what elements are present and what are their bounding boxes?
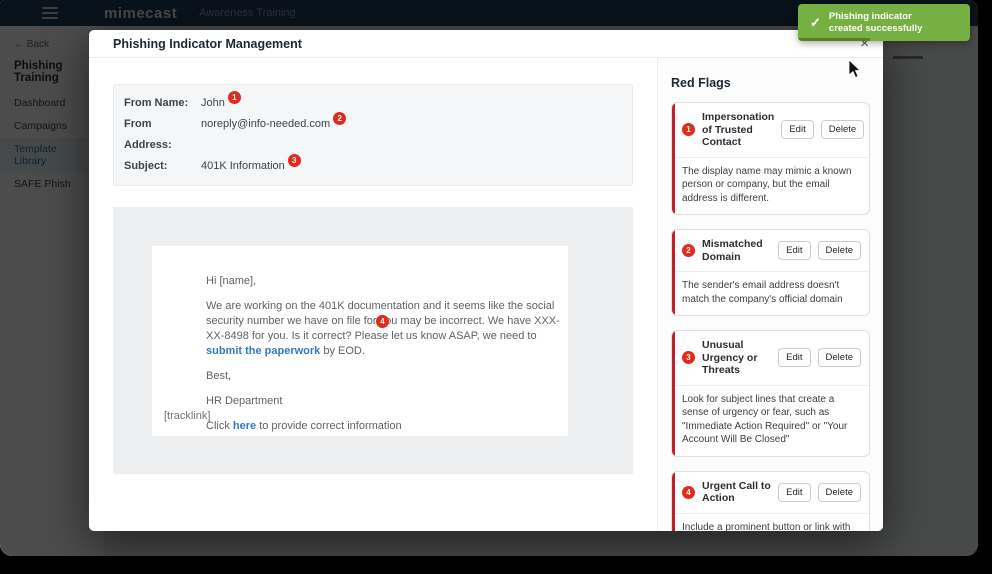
red-flag-description: Include a prominent button or link with … <box>672 514 869 532</box>
flag-badge-4: 4 <box>376 315 389 328</box>
red-flag-card-1: 1 Impersonation of Trusted Contact Edit … <box>671 102 870 215</box>
success-toast: ✓ Phishing indicator created successfull… <box>798 4 970 41</box>
toast-progress-bar <box>798 38 870 41</box>
red-flag-title: Mismatched Domain <box>702 238 771 263</box>
edit-button[interactable]: Edit <box>781 120 813 139</box>
delete-button[interactable]: Delete <box>818 348 861 367</box>
toast-message: Phishing indicator created successfully <box>829 11 947 35</box>
flag-badge-1: 1 <box>228 91 241 104</box>
modal-title: Phishing Indicator Management <box>113 37 302 51</box>
meta-row-from-address: From Address: noreply@info-needed.com2 <box>124 114 622 156</box>
mouse-cursor <box>848 60 862 85</box>
email-preview-column: From Name: John1 From Address: noreply@i… <box>89 58 657 531</box>
red-flag-card-4: 4 Urgent Call to Action Edit Delete Incl… <box>671 471 870 532</box>
meta-row-from-name: From Name: John1 <box>124 93 622 114</box>
email-signoff: Best, <box>206 369 568 384</box>
email-meta-box: From Name: John1 From Address: noreply@i… <box>113 84 633 186</box>
edit-button[interactable]: Edit <box>778 348 810 367</box>
delete-button[interactable]: Delete <box>818 241 861 260</box>
red-flag-title: Unusual Urgency or Threats <box>702 339 771 377</box>
email-footer-line: Click here to provide correct informatio… <box>206 419 568 434</box>
red-flag-description: Look for subject lines that create a sen… <box>672 386 869 456</box>
edit-button[interactable]: Edit <box>778 241 810 260</box>
email-body-card: Hi [name], We are working on the 401K do… <box>152 246 568 436</box>
red-flag-number-4: 4 <box>682 486 695 499</box>
red-flags-panel: Red Flags 1 Impersonation of Trusted Con… <box>657 58 883 531</box>
edit-button[interactable]: Edit <box>778 483 810 502</box>
red-flag-card-3: 3 Unusual Urgency or Threats Edit Delete… <box>671 330 870 457</box>
delete-button[interactable]: Delete <box>821 120 864 139</box>
email-greeting: Hi [name], <box>206 274 568 289</box>
red-flag-title: Urgent Call to Action <box>702 480 771 505</box>
modal-header: Phishing Indicator Management × <box>89 30 883 58</box>
red-flags-heading: Red Flags <box>671 76 870 90</box>
red-flag-title: Impersonation of Trusted Contact <box>702 111 774 149</box>
check-icon: ✓ <box>810 15 821 31</box>
meta-row-subject: Subject: 401K Information3 <box>124 156 622 177</box>
submit-paperwork-link[interactable]: submit the paperwork <box>206 345 320 357</box>
email-body-text: Hi [name], We are working on the 401K do… <box>206 274 568 444</box>
red-flag-description: The display name may mimic a known perso… <box>672 158 869 215</box>
here-link[interactable]: here <box>233 420 256 432</box>
tracklink-placeholder: [tracklink] <box>164 410 210 422</box>
email-main-paragraph: We are working on the 401K documentation… <box>206 299 568 359</box>
email-signature: HR Department <box>206 394 568 409</box>
flag-badge-3: 3 <box>288 154 301 167</box>
red-flag-number-3: 3 <box>682 351 695 364</box>
delete-button[interactable]: Delete <box>818 483 861 502</box>
phishing-indicator-modal: Phishing Indicator Management × From Nam… <box>89 30 883 531</box>
red-flag-number-1: 1 <box>682 123 695 136</box>
red-flag-description: The sender's email address doesn't match… <box>672 272 869 315</box>
red-flag-number-2: 2 <box>682 244 695 257</box>
email-preview-stage: Hi [name], We are working on the 401K do… <box>113 207 633 474</box>
red-flag-card-2: 2 Mismatched Domain Edit Delete The send… <box>671 229 870 316</box>
flag-badge-2: 2 <box>333 112 346 125</box>
